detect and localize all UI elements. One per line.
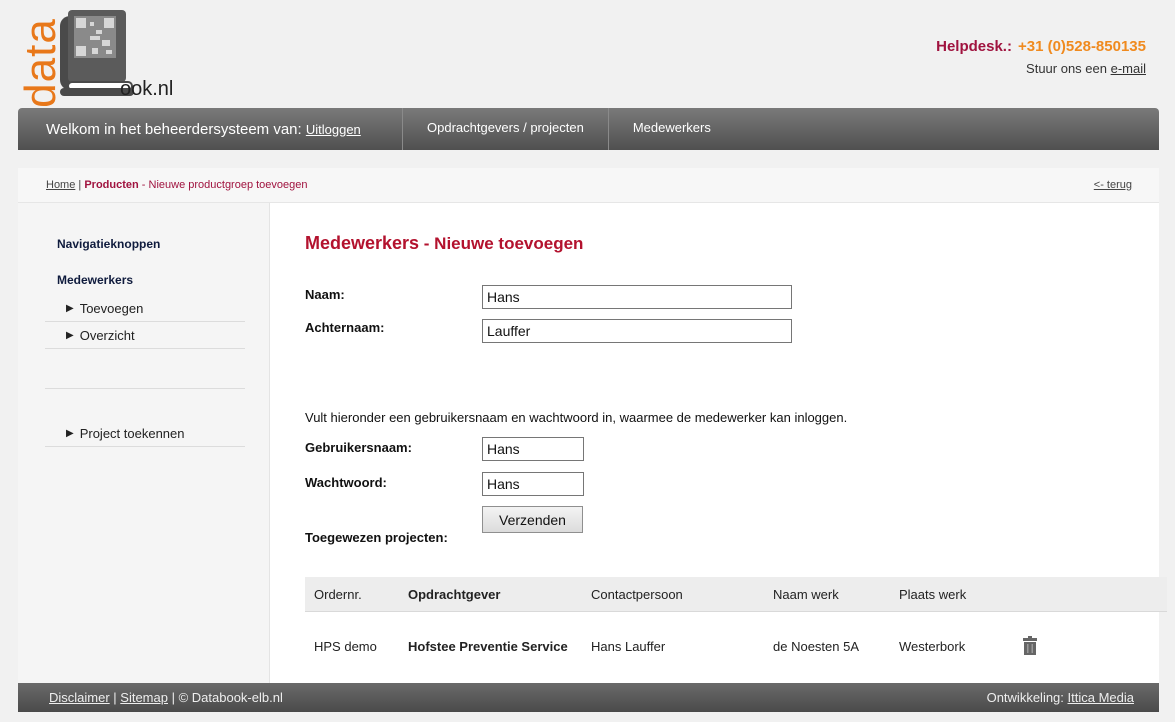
triangle-right-icon: ▶ [66,427,74,439]
sidebar-item-toevoegen[interactable]: ▶ Toevoegen [45,295,245,322]
cell-plaats-werk: Westerbork [899,639,966,654]
wachtwoord-label: Wachtwoord: [305,475,387,490]
cell-contactpersoon: Hans Lauffer [591,639,666,654]
page-title-main: Medewerkers [305,233,420,253]
tab-opdrachtgevers-projecten[interactable]: Opdrachtgevers / projecten [402,108,608,150]
sidebar-item-label: Project toekennen [79,425,185,441]
helpdesk-label: Helpdesk.: [936,38,1012,55]
page-title: Medewerkers - Nieuwe toevoegen [305,233,583,254]
header-ordernr: Ordernr. [314,587,362,602]
sidebar-nav-title: Navigatieknoppen [57,237,161,251]
sitemap-link[interactable]: Sitemap [120,690,168,705]
header-plaats-werk: Plaats werk [899,587,967,602]
breadcrumb: Home | Producten - Nieuwe productgroep t… [18,168,1159,203]
cell-opdrachtgever: Hofstee Preventie Service [408,639,568,654]
submit-button[interactable]: Verzenden [482,506,583,533]
logo-suffix: ook.nl [120,78,174,100]
disclaimer-link[interactable]: Disclaimer [49,690,110,705]
breadcrumb-page: - Nieuwe productgroep toevoegen [138,179,308,191]
helpdesk: Helpdesk.: +31 (0)528-850135 Stuur ons ee… [936,38,1146,76]
developer-link[interactable]: Ittica Media [1068,690,1134,705]
back-link[interactable]: <- terug [1094,179,1132,191]
tab-medewerkers[interactable]: Medewerkers [607,108,735,150]
cell-naam-werk: de Noesten 5A [773,639,860,654]
sidebar-section-title: Medewerkers [57,273,134,287]
naam-field[interactable] [482,285,792,309]
gebruikersnaam-field[interactable] [482,437,584,461]
sidebar-item-label: Overzicht [79,327,135,343]
credentials-note: Vult hieronder een gebruikersnaam en wac… [305,410,848,425]
welcome-text: Welkom in het beheerdersysteem van: Uitl… [18,121,402,138]
wachtwoord-field[interactable] [482,472,584,496]
projects-title: Toegewezen projecten: [305,530,448,545]
copyright: © Databook-elb.nl [178,690,283,705]
triangle-right-icon: ▶ [66,329,74,341]
triangle-right-icon: ▶ [66,302,74,314]
mail-prefix: Stuur ons een [1026,61,1111,76]
developer-label: Ontwikkeling: [986,690,1068,705]
header-contactpersoon: Contactpersoon [591,587,683,602]
content-panel: Home | Producten - Nieuwe productgroep t… [18,168,1167,683]
sidebar-item-label: Toevoegen [79,300,144,316]
naam-label: Naam: [305,287,345,302]
cell-ordernr: HPS demo [314,639,377,654]
gebruikersnaam-label: Gebruikersnaam: [305,440,412,455]
sidebar: Navigatieknoppen Medewerkers ▶ Toevoegen … [18,203,270,683]
sidebar-divider [45,388,245,389]
page-title-sub: - Nieuwe toevoegen [419,234,584,253]
email-link[interactable]: e-mail [1111,61,1146,76]
logout-link[interactable]: Uitloggen [306,122,361,137]
breadcrumb-home[interactable]: Home [46,179,75,191]
header-opdrachtgever: Opdrachtgever [408,587,501,602]
welcome-label: Welkom in het beheerdersysteem van: [46,120,306,138]
logo[interactable]: data ook.nl [14,2,184,108]
header-naam-werk: Naam werk [773,587,839,602]
sidebar-item-overzicht[interactable]: ▶ Overzicht [45,322,245,349]
sidebar-item-project-toekennen[interactable]: ▶ Project toekennen [45,420,245,447]
achternaam-label: Achternaam: [305,320,385,335]
breadcrumb-current[interactable]: Producten [84,179,138,191]
helpdesk-phone: +31 (0)528-850135 [1017,38,1146,55]
breadcrumb-separator: | [75,179,85,191]
footer: Disclaimer | Sitemap | © Databook-elb.nl… [18,683,1159,712]
achternaam-field[interactable] [482,319,792,343]
trash-icon[interactable] [1022,636,1038,656]
top-navigation: Welkom in het beheerdersysteem van: Uitl… [18,108,1159,150]
